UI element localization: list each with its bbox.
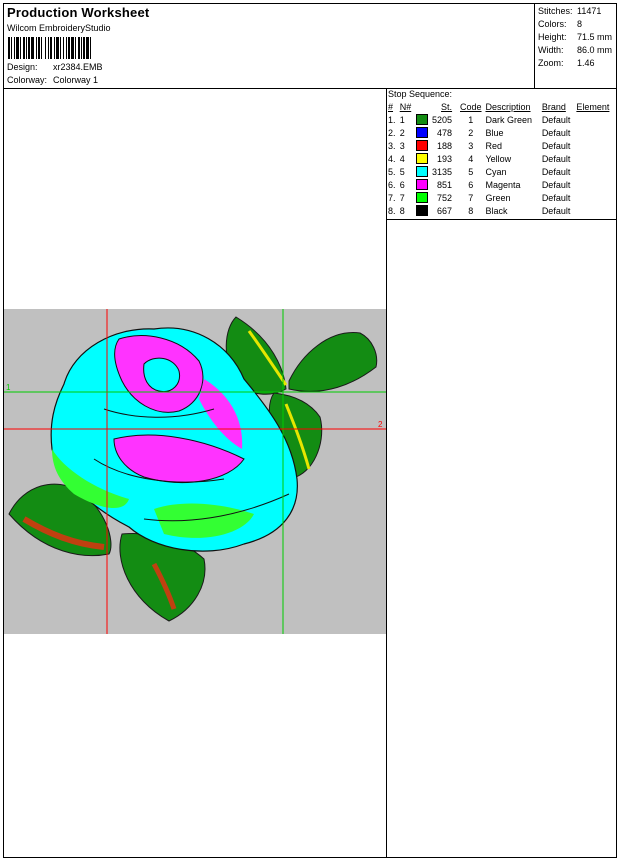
table-cell: Default <box>541 153 571 164</box>
table-cell: Default <box>541 205 571 216</box>
table-cell: 4 <box>399 153 405 164</box>
table-cell: 752 <box>437 192 453 203</box>
guide-label-1: 1 <box>6 383 11 392</box>
height-stat: Height: 71.5 mm <box>538 32 613 42</box>
table-cell: Default <box>541 166 571 177</box>
table-cell: 6 <box>399 179 405 190</box>
barcode-image <box>8 37 91 59</box>
table-cell: 7. <box>388 192 396 203</box>
col-header: # <box>388 101 394 112</box>
table-cell: 8. <box>388 205 396 216</box>
design-preview-pane: 1 2 <box>4 88 387 857</box>
table-cell: 5. <box>388 166 396 177</box>
table-cell: Blue <box>485 127 504 138</box>
colorway-row: Colorway: Colorway 1 <box>7 75 98 85</box>
table-cell: 7 <box>468 192 474 203</box>
header-info: Production Worksheet Wilcom EmbroiderySt… <box>4 4 534 88</box>
color-swatch <box>416 153 429 165</box>
worksheet-sheet: Production Worksheet Wilcom EmbroiderySt… <box>3 3 617 858</box>
design-label: Design: <box>7 62 38 72</box>
table-cell: 4. <box>388 153 396 164</box>
col-header: Code <box>460 101 482 112</box>
table-row: 4. 4 193 4 Yellow Default <box>387 152 616 165</box>
table-cell: 2 <box>399 127 405 138</box>
stitches-stat: Stitches: 11471 <box>538 6 602 16</box>
design-row: Design: xr2384.EMB <box>7 62 103 72</box>
colors-stat: Colors: 8 <box>538 19 583 29</box>
table-cell: 3. <box>388 140 396 151</box>
color-swatch <box>416 205 429 217</box>
table-cell: 5205 <box>432 114 453 125</box>
table-header-row: # N# St. Code Description Brand Element <box>387 100 616 113</box>
stop-sequence-table: # N# St. Code Description Brand Element … <box>387 100 616 217</box>
table-cell: 1 <box>468 114 474 125</box>
table-cell: Default <box>541 114 571 125</box>
table-cell: 3 <box>399 140 405 151</box>
stats-panel: Stitches: 11471 Colors: 8 Height: 71.5 mm W… <box>534 4 617 88</box>
color-swatch <box>416 179 429 191</box>
guide-label-2: 2 <box>378 420 383 429</box>
table-cell: Default <box>541 140 571 151</box>
worksheet-header: Production Worksheet Wilcom EmbroiderySt… <box>4 4 616 89</box>
zoom-stat: Zoom: 1.46 <box>538 58 595 68</box>
table-cell: 2 <box>468 127 474 138</box>
table-cell: 6. <box>388 179 396 190</box>
design-value: xr2384.EMB <box>53 62 103 72</box>
color-swatch <box>416 166 429 178</box>
table-cell: 3 <box>468 140 474 151</box>
table-cell: 4 <box>468 153 474 164</box>
table-row: 5. 5 3135 5 Cyan Default <box>387 165 616 178</box>
table-cell: 1. <box>388 114 396 125</box>
table-cell: 7 <box>399 192 405 203</box>
table-cell: 8 <box>399 205 405 216</box>
table-cell: Green <box>485 192 511 203</box>
color-swatch <box>416 140 429 152</box>
stop-sequence-title: Stop Sequence: <box>388 89 453 99</box>
colorway-value: Colorway 1 <box>53 75 99 85</box>
color-swatch <box>416 114 429 126</box>
table-cell: Default <box>541 192 571 203</box>
leaf-right <box>288 332 378 392</box>
table-cell: Default <box>541 179 571 190</box>
table-cell: Cyan <box>485 166 507 177</box>
table-cell: Dark Green <box>485 114 533 125</box>
table-cell: 193 <box>437 153 453 164</box>
stop-sequence-panel: Stop Sequence: # N# St. Code Description… <box>387 88 616 220</box>
table-cell: 8 <box>468 205 474 216</box>
table-row: 3. 3 188 3 Red Default <box>387 139 616 152</box>
colorway-label: Colorway: <box>7 75 48 85</box>
col-header: Element <box>576 101 610 112</box>
table-cell: Default <box>541 127 571 138</box>
color-swatch <box>416 127 429 139</box>
table-row: 1. 1 5205 1 Dark Green Default <box>387 113 616 126</box>
table-cell: Black <box>485 205 508 216</box>
col-header: Brand <box>541 101 566 112</box>
col-header: N# <box>399 101 412 112</box>
table-cell: 188 <box>437 140 453 151</box>
table-cell: Yellow <box>485 153 512 164</box>
design-preview: 1 2 <box>4 309 386 634</box>
table-cell: 6 <box>468 179 474 190</box>
table-row: 8. 8 667 8 Black Default <box>387 204 616 217</box>
col-header: St. <box>441 101 453 112</box>
table-cell: 5 <box>468 166 474 177</box>
table-cell: 1 <box>399 114 405 125</box>
table-row: 2. 2 478 2 Blue Default <box>387 126 616 139</box>
table-row: 7. 7 752 7 Green Default <box>387 191 616 204</box>
software-name: Wilcom EmbroideryStudio <box>7 23 111 33</box>
table-row: 6. 6 851 6 Magenta Default <box>387 178 616 191</box>
page-title: Production Worksheet <box>7 5 150 20</box>
table-cell: 5 <box>399 166 405 177</box>
color-swatch <box>416 192 429 204</box>
table-cell: 2. <box>388 127 396 138</box>
table-cell: Red <box>485 140 503 151</box>
table-cell: 667 <box>437 205 453 216</box>
table-cell: Magenta <box>485 179 521 190</box>
table-cell: 478 <box>437 127 453 138</box>
table-cell: 851 <box>437 179 453 190</box>
rose-embroidery-image: 1 2 <box>4 309 386 634</box>
col-header: Description <box>485 101 531 112</box>
width-stat: Width: 86.0 mm <box>538 45 613 55</box>
table-cell: 3135 <box>432 166 453 177</box>
